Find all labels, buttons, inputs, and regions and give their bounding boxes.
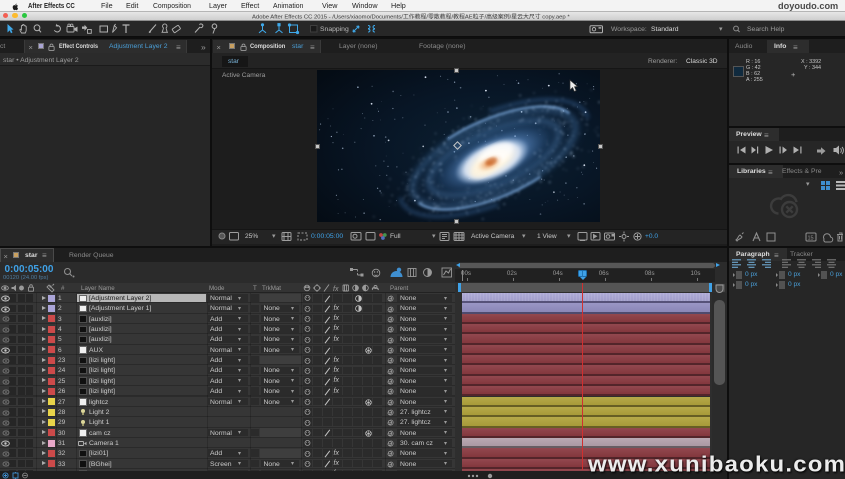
svg-text:fx: fx bbox=[333, 286, 339, 293]
svg-text:15: 15 bbox=[808, 236, 814, 242]
